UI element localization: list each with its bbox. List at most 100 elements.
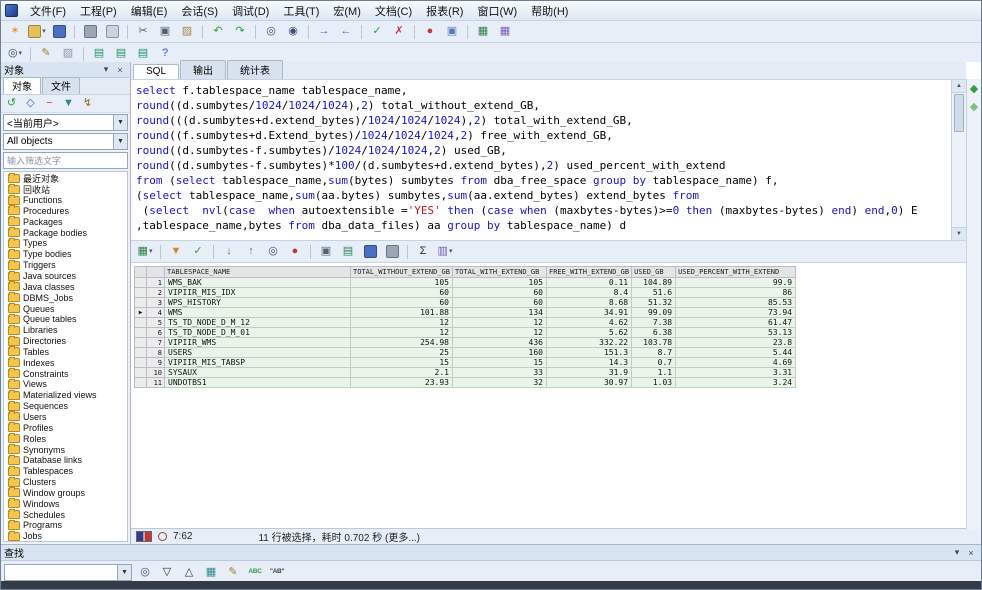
close-icon[interactable]: × bbox=[113, 63, 127, 77]
table-row[interactable]: 5TS_TD_NODE_D_M_1212124.627.3861.47 bbox=[135, 318, 796, 328]
user-scope-dropdown[interactable]: <当前用户> ▼ bbox=[3, 114, 128, 131]
zoom-icon[interactable]: ◎▾ bbox=[5, 44, 25, 64]
object-filter-dropdown[interactable]: All objects ▼ bbox=[3, 133, 128, 150]
object-data-icon[interactable]: ▤ bbox=[133, 44, 153, 64]
commit-icon[interactable]: ✓ bbox=[367, 22, 387, 42]
tree-item-directories[interactable]: Directories bbox=[4, 336, 127, 347]
tree-item-database-links[interactable]: Database links bbox=[4, 455, 127, 466]
sidebar-tab-files[interactable]: 文件 bbox=[42, 77, 80, 94]
menu-item-10[interactable]: 帮助(H) bbox=[524, 2, 575, 20]
match-case-icon[interactable]: ABC bbox=[245, 562, 265, 582]
expand-icon[interactable]: ◇ bbox=[22, 95, 39, 112]
tree-item-clusters[interactable]: Clusters bbox=[4, 477, 127, 488]
outdent-icon[interactable]: ← bbox=[336, 22, 356, 42]
tree-item-materialized-views[interactable]: Materialized views bbox=[4, 390, 127, 401]
tree-item-triggers[interactable]: Triggers bbox=[4, 260, 127, 271]
menu-item-7[interactable]: 文档(C) bbox=[368, 2, 419, 20]
filter-icon[interactable]: ▼ bbox=[60, 95, 77, 112]
find-next-down-icon[interactable]: △ bbox=[179, 562, 199, 582]
export-icon[interactable]: ▤ bbox=[338, 242, 358, 262]
find-next-icon[interactable]: ◉ bbox=[283, 22, 303, 42]
report-grid-icon[interactable]: ▦ bbox=[495, 22, 515, 42]
column-header-TOTAL_WITHOUT_EXTEND_GB[interactable]: TOTAL_WITHOUT_EXTEND_GB bbox=[351, 267, 453, 278]
erase-icon[interactable]: ▨ bbox=[58, 44, 78, 64]
table-row[interactable]: 3WPS_HISTORY60608.6851.3285.53 bbox=[135, 298, 796, 308]
tree-item-roles[interactable]: Roles bbox=[4, 433, 127, 444]
tab-统计表[interactable]: 统计表 bbox=[227, 60, 283, 79]
tab-输出[interactable]: 输出 bbox=[180, 60, 226, 79]
redo-icon[interactable]: ↷ bbox=[230, 22, 250, 42]
tree-item-synonyms[interactable]: Synonyms bbox=[4, 444, 127, 455]
help-icon[interactable]: ? bbox=[155, 44, 175, 64]
table-row[interactable]: 7VIPIIR_WMS254.98436332.22103.7823.8 bbox=[135, 338, 796, 348]
tree-item-windows[interactable]: Windows bbox=[4, 498, 127, 509]
scroll-up-icon[interactable]: ▲ bbox=[952, 80, 966, 93]
tree-item-java-classes[interactable]: Java classes bbox=[4, 281, 127, 292]
sum-icon[interactable]: Σ bbox=[413, 242, 433, 262]
menu-item-1[interactable]: 工程(P) bbox=[73, 2, 124, 20]
grid-print-icon[interactable] bbox=[382, 242, 402, 262]
menu-item-4[interactable]: 调试(D) bbox=[225, 2, 276, 20]
new-window-icon[interactable]: ✶ bbox=[5, 22, 25, 42]
menu-item-8[interactable]: 报表(R) bbox=[419, 2, 470, 20]
dock-down-icon[interactable]: ◆ bbox=[967, 100, 982, 115]
edit-find-icon[interactable]: ✎ bbox=[223, 562, 243, 582]
session-list-icon[interactable]: ▤ bbox=[89, 44, 109, 64]
tree-item-profiles[interactable]: Profiles bbox=[4, 422, 127, 433]
tree-item-constraints[interactable]: Constraints bbox=[4, 368, 127, 379]
column-header-USED_GB[interactable]: USED_GB bbox=[632, 267, 676, 278]
window-list-icon[interactable]: ▣ bbox=[442, 22, 462, 42]
grid-save-icon[interactable] bbox=[360, 242, 380, 262]
print-icon[interactable] bbox=[80, 22, 100, 42]
tree-item-views[interactable]: Views bbox=[4, 379, 127, 390]
grid-copy-icon[interactable]: ▣ bbox=[316, 242, 336, 262]
tree-item-回收站[interactable]: 回收站 bbox=[4, 184, 127, 195]
save-icon[interactable] bbox=[49, 22, 69, 42]
tree-item-type-bodies[interactable]: Type bodies bbox=[4, 249, 127, 260]
tree-item-java-sources[interactable]: Java sources bbox=[4, 271, 127, 282]
tree-item-packages[interactable]: Packages bbox=[4, 216, 127, 227]
table-row[interactable]: 11UNDOTBS123.933230.971.033.24 bbox=[135, 378, 796, 388]
open-icon[interactable]: ▾ bbox=[27, 22, 47, 42]
mark-all-icon[interactable]: ▦ bbox=[201, 562, 221, 582]
break-icon[interactable]: ● bbox=[420, 22, 440, 42]
scrollbar-thumb[interactable] bbox=[954, 94, 964, 132]
menu-item-2[interactable]: 编辑(E) bbox=[124, 2, 175, 20]
column-header-TOTAL_WITH_EXTEND_GB[interactable]: TOTAL_WITH_EXTEND_GB bbox=[453, 267, 547, 278]
grid-menu-icon[interactable]: ▦▾ bbox=[135, 242, 155, 262]
table-row[interactable]: 9VIPIIR_MIS_TABSP151514.30.74.69 bbox=[135, 358, 796, 368]
grid-find-icon[interactable]: ◎ bbox=[263, 242, 283, 262]
tree-item-programs[interactable]: Programs bbox=[4, 520, 127, 531]
table-row[interactable]: ▶4WMS101.8813434.9199.0973.94 bbox=[135, 308, 796, 318]
table-data-icon[interactable]: ▤ bbox=[111, 44, 131, 64]
chevron-down-icon[interactable]: ▼ bbox=[113, 134, 127, 149]
tree-item-window-groups[interactable]: Window groups bbox=[4, 487, 127, 498]
editor-scrollbar[interactable]: ▲ ▼ bbox=[951, 80, 966, 240]
find-prev-icon[interactable]: ▽ bbox=[157, 562, 177, 582]
dock-up-icon[interactable]: ◆ bbox=[967, 82, 982, 97]
table-row[interactable]: 2VIPIIR_MIS_IDX60608.451.686 bbox=[135, 288, 796, 298]
fetch-last-icon[interactable]: ▼ bbox=[166, 242, 186, 262]
tree-item-users[interactable]: Users bbox=[4, 412, 127, 423]
table-row[interactable]: 8USERS25160151.38.75.44 bbox=[135, 348, 796, 358]
menu-item-9[interactable]: 窗口(W) bbox=[470, 2, 524, 20]
find-button[interactable]: ◎ bbox=[135, 562, 155, 582]
sidebar-tab-objects[interactable]: 对象 bbox=[3, 77, 41, 94]
cut-icon[interactable]: ✂ bbox=[133, 22, 153, 42]
close-icon[interactable]: × bbox=[964, 546, 978, 560]
tree-item-tables[interactable]: Tables bbox=[4, 347, 127, 358]
column-header-USED_PERCENT_WITH_EXTEND[interactable]: USED_PERCENT_WITH_EXTEND bbox=[676, 267, 796, 278]
column-header-FREE_WITH_EXTEND_GB[interactable]: FREE_WITH_EXTEND_GB bbox=[547, 267, 632, 278]
sort-desc-icon[interactable]: ↑ bbox=[241, 242, 261, 262]
post-changes-icon[interactable]: ✓ bbox=[188, 242, 208, 262]
edit-icon[interactable]: ✎ bbox=[36, 44, 56, 64]
find-input[interactable]: ▼ bbox=[4, 564, 132, 581]
tree-item-jobs[interactable]: Jobs bbox=[4, 531, 127, 542]
menu-item-0[interactable]: 文件(F) bbox=[23, 2, 73, 20]
tree-item-queue-tables[interactable]: Queue tables bbox=[4, 314, 127, 325]
tab-SQL[interactable]: SQL bbox=[133, 64, 179, 79]
menu-item-5[interactable]: 工具(T) bbox=[276, 2, 326, 20]
menu-item-6[interactable]: 宏(M) bbox=[326, 2, 368, 20]
table-grid-icon[interactable]: ▦ bbox=[473, 22, 493, 42]
tree-item-libraries[interactable]: Libraries bbox=[4, 325, 127, 336]
